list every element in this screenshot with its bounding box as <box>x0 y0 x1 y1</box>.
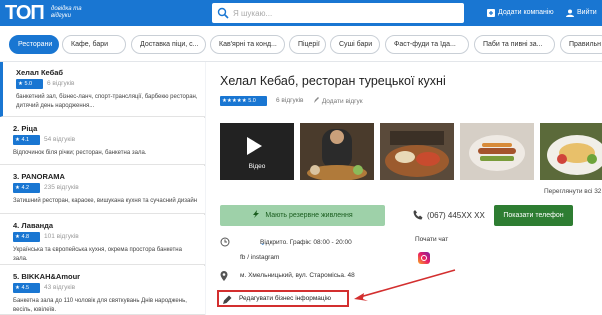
logo-subtitle: довідка та відгуки <box>51 6 82 19</box>
business-desc: Банкетна зала до 110 чоловік для святкув… <box>13 298 187 313</box>
reviews-count: 235 відгуків <box>44 184 79 191</box>
plus-icon <box>487 9 495 17</box>
category-chip[interactable]: Ресторани <box>9 35 59 54</box>
reviews-count: 101 відгуків <box>44 233 79 240</box>
chevron-down-icon: ⌄ <box>260 240 266 247</box>
rating-badge: ★ 4.1 <box>13 135 40 145</box>
rating-badge: ★ 4.5 <box>13 283 40 293</box>
list-item[interactable]: 4. Лаванда ★ 4.8 101 відгуків Українська… <box>0 215 205 265</box>
photo-thumbnail[interactable] <box>460 123 534 180</box>
map-pin-icon <box>220 271 228 281</box>
business-detail: Хелал Кебаб, ресторан турецької кухні ★★… <box>206 62 602 315</box>
category-chip[interactable]: Доставка піци, с... <box>131 35 206 54</box>
user-icon <box>566 9 574 17</box>
video-thumbnail[interactable]: Відео <box>220 123 294 180</box>
business-name: 3. PANORAMA <box>13 172 65 181</box>
category-chip[interactable]: Фаст-фуди та їда... <box>385 35 469 54</box>
category-chip[interactable]: Кав'ярні та конд... <box>210 35 285 54</box>
rating-badge: ★★★★★ 5.0 <box>220 96 267 106</box>
category-chip[interactable]: Суші бари <box>330 35 380 54</box>
logo[interactable]: TOП довідка та відгуки <box>5 2 87 24</box>
category-chip[interactable]: Піцерії <box>289 35 326 54</box>
business-name: 2. Ріца <box>13 124 38 133</box>
reviews-count: 54 відгуків <box>44 136 76 143</box>
category-bar: Ресторани Кафе, бари Доставка піци, с...… <box>0 26 602 62</box>
business-name: 4. Лаванда <box>13 221 54 230</box>
reviews-count: 43 відгуків <box>44 284 76 291</box>
rating-badge: ★ 4.8 <box>13 232 40 242</box>
list-item[interactable]: 5. BIKKAH&Amour ★ 4.5 43 відгуків Банкет… <box>0 266 205 315</box>
add-review-link[interactable]: Додати відгук <box>313 97 363 105</box>
photo-thumbnail[interactable] <box>540 123 602 180</box>
phone-number[interactable]: (067) 445XX XX <box>413 210 493 222</box>
opening-hours[interactable]: Відкрито. Графік: 08:00 - 20:00 ⌄ <box>220 237 390 247</box>
pencil-icon <box>223 295 232 304</box>
instagram-icon[interactable] <box>418 252 430 264</box>
logo-text: TOП <box>5 2 45 24</box>
business-name: Хелал Кебаб <box>16 68 64 77</box>
show-phone-button[interactable]: Показати телефон <box>494 205 573 226</box>
search-placeholder: Я шукаю... <box>233 9 273 18</box>
business-desc: банкетний зал, бізнес-ланч, спорт-трансл… <box>16 94 198 109</box>
social-links[interactable]: fb / instagram <box>220 253 390 263</box>
business-desc: Відпочинок біля річки; ресторан, банкетн… <box>13 150 147 156</box>
phone-icon <box>413 210 423 220</box>
play-icon <box>247 137 262 155</box>
list-item[interactable]: 2. Ріца ★ 4.1 54 відгуків Відпочинок біл… <box>0 118 205 165</box>
photo-thumbnail[interactable] <box>300 123 374 180</box>
list-item[interactable]: 3. PANORAMA ★ 4.2 235 відгуків Затишний … <box>0 166 205 214</box>
backup-power-badge: Мають резервне живлення <box>220 205 385 226</box>
photo-thumbnail[interactable] <box>380 123 454 180</box>
add-company-button[interactable]: Додати компанію <box>487 8 557 18</box>
pencil-icon <box>314 97 319 103</box>
business-list: Хелал Кебаб ★ 5.0 6 відгуків банкетний з… <box>0 62 205 315</box>
reviews-count: 6 відгуків <box>47 80 75 87</box>
reviews-link[interactable]: 6 відгуків <box>276 97 303 104</box>
search-input[interactable]: Я шукаю... <box>212 3 464 23</box>
business-name: 5. BIKKAH&Amour <box>13 272 81 281</box>
address[interactable]: м. Хмельницький, вул. Старомісьа. 48 <box>220 271 410 281</box>
business-desc: Затишний ресторан, караоке, вишукана кух… <box>13 198 198 204</box>
logout-button[interactable]: Вийти <box>566 8 600 18</box>
list-item[interactable]: Хелал Кебаб ★ 5.0 6 відгуків банкетний з… <box>0 62 205 117</box>
video-label: Відео <box>248 163 266 170</box>
category-chip[interactable]: Паби та пивні за... <box>474 35 555 54</box>
category-chip[interactable]: Правильн <box>560 35 602 54</box>
category-chip[interactable]: Кафе, бари <box>62 35 126 54</box>
clock-icon <box>220 237 230 247</box>
lightning-icon <box>253 210 260 218</box>
view-all-photos-link[interactable]: Переглянути всі 32 <box>544 188 601 195</box>
top-bar: TOП довідка та відгуки Я шукаю... Додати… <box>0 0 602 26</box>
start-chat-link[interactable]: Почати чат <box>415 236 448 243</box>
edit-business-info-link[interactable]: Редагувати бізнес інформацію <box>217 290 349 307</box>
search-icon <box>217 7 229 19</box>
rating-badge: ★ 5.0 <box>16 79 43 89</box>
page-title: Хелал Кебаб, ресторан турецької кухні <box>220 74 446 88</box>
business-desc: Українська та європейська кухня, окрема … <box>13 247 182 262</box>
rating-badge: ★ 4.2 <box>13 183 40 193</box>
